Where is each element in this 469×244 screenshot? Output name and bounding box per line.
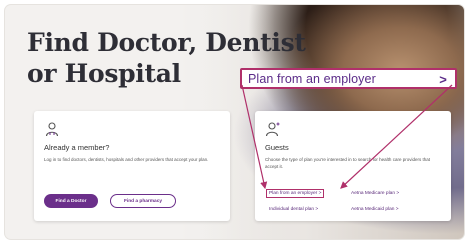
member-card: Already a member? Log in to find doctors… xyxy=(34,111,230,221)
aetna-medicare-plan-link[interactable]: Aetna Medicare plan > xyxy=(351,191,399,196)
chevron-right-icon: > xyxy=(439,72,447,87)
page-frame: Find Doctor, Dentist or Hospital Already… xyxy=(5,5,464,239)
callout-label: Plan from an employer xyxy=(248,71,376,86)
guest-card: Guests Choose the type of plan you're in… xyxy=(255,111,451,221)
guest-card-description: Choose the type of plan you're intereste… xyxy=(265,157,430,169)
plan-from-employer-callout: Plan from an employer > xyxy=(240,68,457,89)
guest-card-title: Guests xyxy=(265,143,289,152)
member-card-description: Log in to find doctors, dentists, hospit… xyxy=(44,157,209,162)
member-card-title: Already a member? xyxy=(44,143,110,152)
person-icon xyxy=(45,122,59,137)
find-a-doctor-button[interactable]: Find a Doctor xyxy=(44,194,98,208)
person-plus-icon xyxy=(265,122,280,137)
plan-from-employer-link[interactable]: Plan from an employer > xyxy=(265,189,325,198)
page-title-line-1: Find Doctor, Dentist xyxy=(27,28,306,57)
aetna-medicaid-plan-link[interactable]: Aetna Medicaid plan > xyxy=(351,207,399,212)
find-a-pharmacy-button[interactable]: Find a pharmacy xyxy=(110,194,176,208)
individual-dental-plan-link[interactable]: Individual dental plan > xyxy=(269,207,318,212)
